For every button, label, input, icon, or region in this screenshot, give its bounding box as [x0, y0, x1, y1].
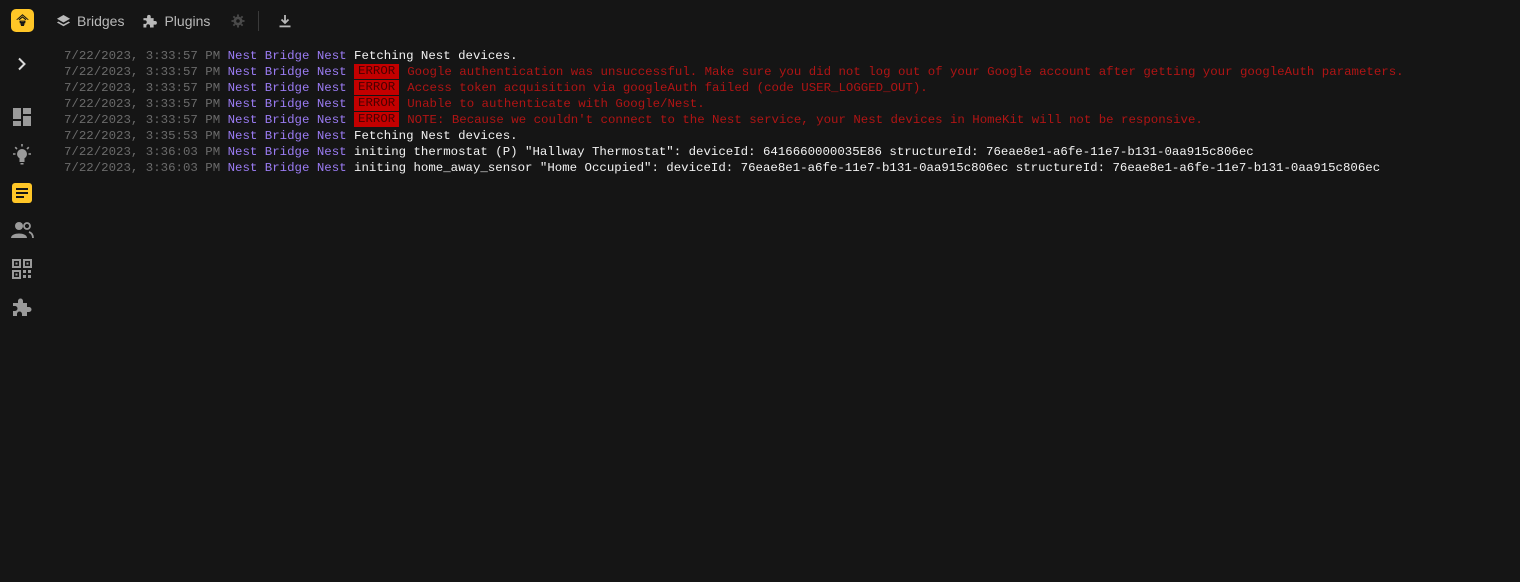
sidebar-item-qr[interactable] [0, 252, 44, 286]
settings-button[interactable] [224, 7, 252, 35]
log-icon [12, 183, 32, 203]
log-timestamp: 7/22/2023, 3:33:57 PM [64, 97, 221, 111]
qr-code-icon [12, 259, 32, 279]
log-timestamp: 7/22/2023, 3:33:57 PM [64, 65, 221, 79]
toolbar-divider [258, 11, 260, 31]
log-line: 7/22/2023, 3:35:53 PM Nest Bridge Nest F… [64, 128, 1510, 144]
log-line: 7/22/2023, 3:33:57 PM Nest Bridge Nest E… [64, 112, 1510, 128]
log-error-message: Unable to authenticate with Google/Nest. [407, 97, 705, 111]
sidebar-expand-button[interactable] [0, 47, 44, 81]
download-logs-button[interactable] [271, 7, 299, 35]
sidebar-item-plugins[interactable] [0, 290, 44, 324]
sidebar-item-accessories[interactable] [0, 138, 44, 172]
log-line: 7/22/2023, 3:33:57 PM Nest Bridge Nest F… [64, 48, 1510, 64]
layers-icon [56, 14, 71, 26]
log-output[interactable]: 7/22/2023, 3:33:57 PM Nest Bridge Nest F… [64, 48, 1510, 176]
gear-icon [231, 14, 245, 28]
error-badge: ERROR [354, 80, 400, 95]
log-line: 7/22/2023, 3:33:57 PM Nest Bridge Nest E… [64, 80, 1510, 96]
download-icon [279, 15, 291, 28]
log-line: 7/22/2023, 3:33:57 PM Nest Bridge Nest E… [64, 64, 1510, 80]
log-error-message: NOTE: Because we couldn't connect to the… [407, 113, 1203, 127]
log-error-message: Google authentication was unsuccessful. … [407, 65, 1404, 79]
dashboard-icon [13, 108, 31, 126]
log-timestamp: 7/22/2023, 3:35:53 PM [64, 129, 221, 143]
log-timestamp: 7/22/2023, 3:33:57 PM [64, 81, 221, 95]
sidebar-item-users[interactable] [0, 213, 44, 247]
log-message: Fetching Nest devices. [354, 129, 518, 143]
users-icon [11, 222, 34, 239]
puzzle-icon [143, 14, 158, 28]
toolbar: Bridges Plugins [44, 0, 1520, 42]
log-source: Nest Bridge Nest [227, 97, 347, 111]
log-source: Nest Bridge Nest [227, 161, 347, 175]
error-badge: ERROR [354, 64, 400, 79]
tab-bridges[interactable]: Bridges [44, 7, 130, 35]
tab-plugins[interactable]: Plugins [130, 7, 216, 35]
sidebar [0, 0, 44, 582]
lightbulb-icon [13, 144, 31, 165]
chevron-right-icon [18, 57, 26, 71]
log-line: 7/22/2023, 3:36:03 PM Nest Bridge Nest i… [64, 160, 1510, 176]
log-source: Nest Bridge Nest [227, 81, 347, 95]
puzzle-icon [13, 298, 32, 316]
log-line: 7/22/2023, 3:33:57 PM Nest Bridge Nest E… [64, 96, 1510, 112]
log-message: initing thermostat (P) "Hallway Thermost… [354, 145, 1254, 159]
log-source: Nest Bridge Nest [227, 65, 347, 79]
log-source: Nest Bridge Nest [227, 129, 347, 143]
log-source: Nest Bridge Nest [227, 145, 347, 159]
tab-bridges-label: Bridges [77, 13, 125, 29]
log-line: 7/22/2023, 3:36:03 PM Nest Bridge Nest i… [64, 144, 1510, 160]
log-error-message: Access token acquisition via googleAuth … [407, 81, 928, 95]
log-message: initing home_away_sensor "Home Occupied"… [354, 161, 1381, 175]
log-source: Nest Bridge Nest [227, 49, 347, 63]
error-badge: ERROR [354, 96, 400, 111]
log-message: Fetching Nest devices. [354, 49, 518, 63]
tab-plugins-label: Plugins [164, 13, 211, 29]
log-timestamp: 7/22/2023, 3:36:03 PM [64, 145, 221, 159]
log-timestamp: 7/22/2023, 3:36:03 PM [64, 161, 221, 175]
sidebar-item-status[interactable] [0, 100, 44, 134]
homebridge-logo-icon[interactable] [11, 9, 34, 32]
error-badge: ERROR [354, 112, 400, 127]
log-source: Nest Bridge Nest [227, 113, 347, 127]
log-timestamp: 7/22/2023, 3:33:57 PM [64, 113, 221, 127]
log-timestamp: 7/22/2023, 3:33:57 PM [64, 49, 221, 63]
sidebar-item-logs[interactable] [0, 176, 44, 210]
